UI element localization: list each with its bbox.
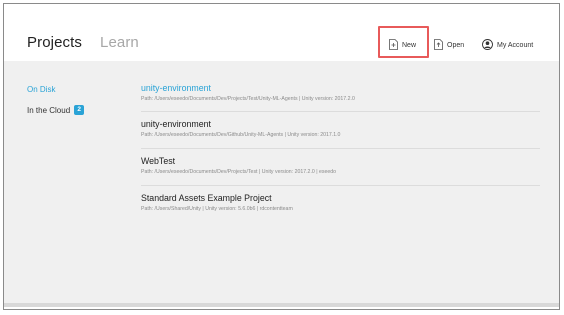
divider — [141, 148, 540, 149]
sidebar-item-label: On Disk — [27, 85, 56, 94]
project-path: Path: /Users/eseedo/Documents/Dev/Github… — [141, 132, 341, 138]
project-item[interactable]: unity-environment Path: /Users/eseedo/Do… — [141, 83, 540, 112]
tab-projects[interactable]: Projects — [27, 34, 82, 51]
sidebar-item-label: In the Cloud — [27, 105, 71, 115]
new-button-highlight — [378, 26, 429, 58]
bottom-edge — [4, 303, 559, 307]
unity-hub-window: Projects Learn New Open My Account On Di… — [3, 3, 560, 310]
cloud-count-badge: 2 — [74, 105, 85, 115]
sidebar-item-in-the-cloud[interactable]: In the Cloud 2 — [27, 105, 85, 115]
project-path: Path: /Users/eseedo/Documents/Dev/Projec… — [141, 169, 337, 175]
project-item[interactable]: unity-environment Path: /Users/eseedo/Do… — [141, 119, 540, 149]
project-path: Path: /Users/Shared/Unity | Unity versio… — [141, 206, 293, 212]
project-path: Path: /Users/eseedo/Documents/Dev/Projec… — [141, 96, 355, 102]
project-name: Standard Assets Example Project — [141, 193, 272, 203]
open-button[interactable]: Open — [434, 37, 464, 53]
divider — [141, 185, 540, 186]
divider — [141, 111, 540, 112]
open-label: Open — [447, 41, 465, 49]
project-name: WebTest — [141, 156, 176, 166]
sidebar-item-on-disk[interactable]: On Disk — [27, 85, 55, 94]
account-label: My Account — [497, 41, 534, 49]
project-name: unity-environment — [141, 83, 211, 93]
main-content: On Disk In the Cloud 2 unity-environment… — [4, 61, 559, 307]
open-file-icon — [434, 38, 443, 52]
project-name: unity-environment — [141, 119, 211, 129]
top-bar: Projects Learn New Open My Account — [4, 4, 559, 61]
project-item[interactable]: WebTest Path: /Users/eseedo/Documents/De… — [141, 156, 540, 186]
project-item[interactable]: Standard Assets Example Project Path: /U… — [141, 193, 540, 213]
tab-learn[interactable]: Learn — [100, 34, 139, 51]
my-account-button[interactable]: My Account — [482, 37, 533, 53]
account-icon — [482, 38, 493, 52]
